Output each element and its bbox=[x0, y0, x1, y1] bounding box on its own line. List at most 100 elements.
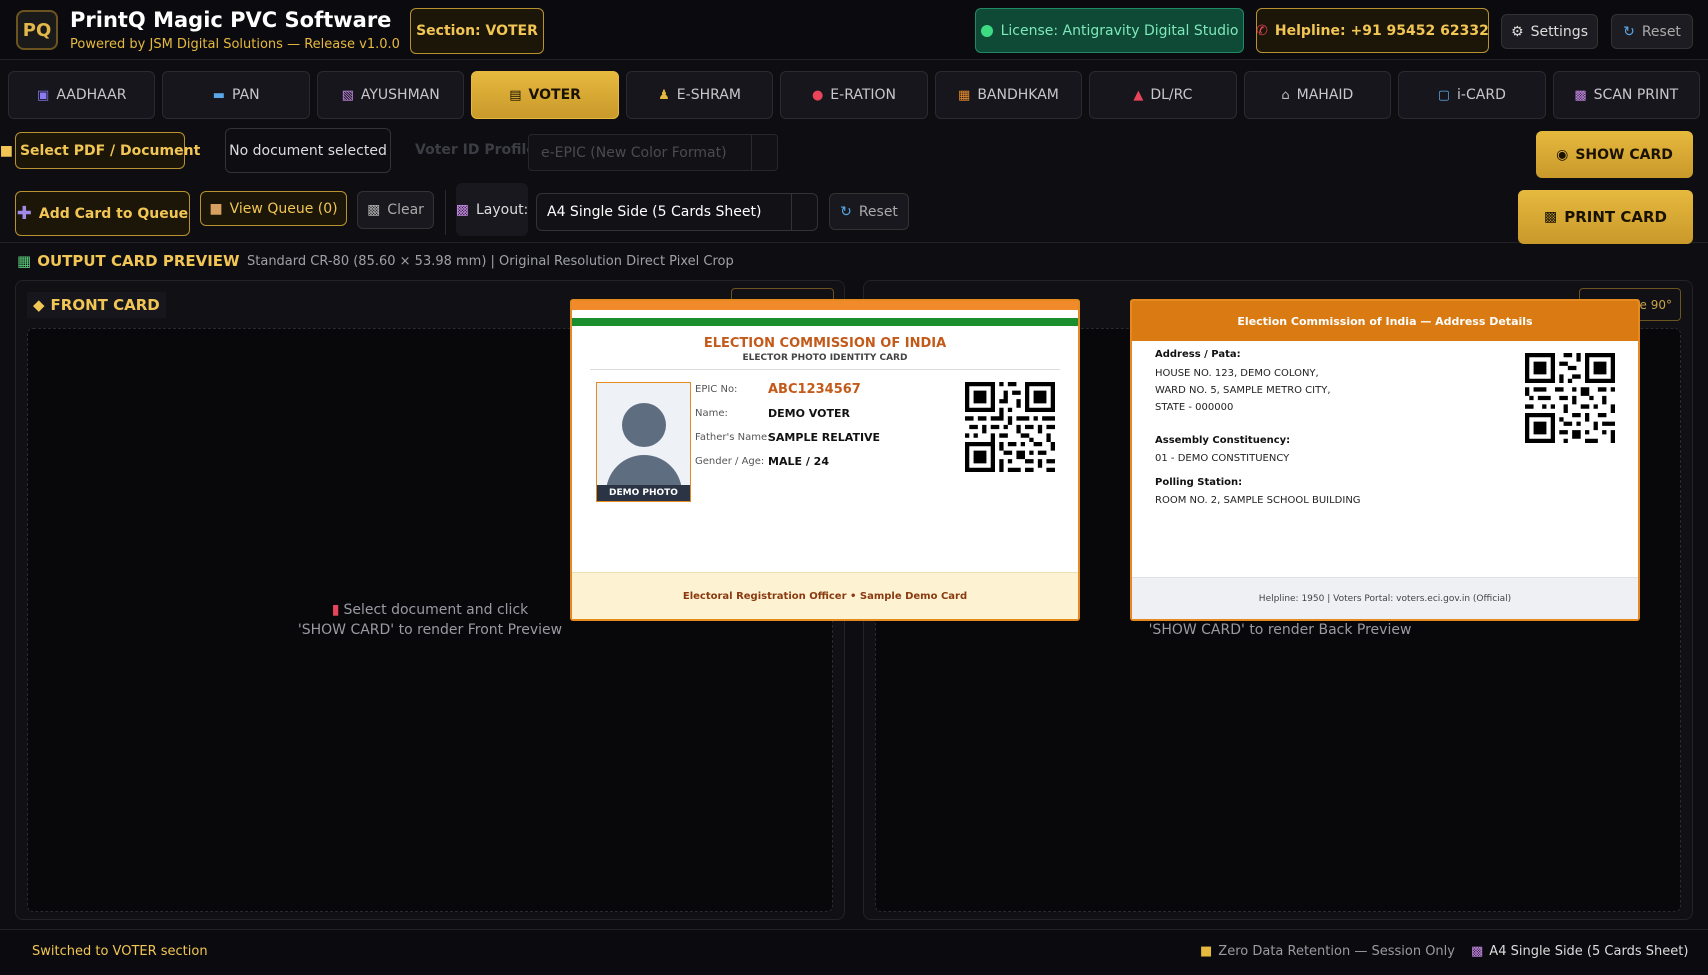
voter-profile-value: e-EPIC (New Color Format) bbox=[541, 144, 727, 161]
add-to-queue-button[interactable]: ✚ Add Card to Queue bbox=[15, 191, 190, 236]
document-status: No document selected bbox=[225, 128, 391, 173]
box-icon: ■ bbox=[209, 200, 223, 217]
tab-aadhaar[interactable]: ▣ AADHAAR bbox=[8, 71, 156, 119]
app-logo: PQ bbox=[16, 10, 58, 50]
flag-stripe-green bbox=[572, 318, 1078, 326]
gender-age-label: Gender / Age: bbox=[695, 456, 765, 467]
eye-icon: ◉ bbox=[1556, 146, 1569, 163]
settings-button[interactable]: ⚙ Settings bbox=[1501, 14, 1598, 49]
card-icon: ▬ bbox=[212, 87, 226, 103]
printer-icon: ▩ bbox=[1544, 209, 1558, 225]
tab-label: BANDHKAM bbox=[977, 87, 1059, 103]
voter-profile-label: Voter ID Profile: bbox=[415, 142, 542, 158]
front-card-label: ◆ FRONT CARD bbox=[27, 292, 166, 318]
voter-photo: DEMO PHOTO bbox=[596, 382, 691, 502]
gear-icon: ⚙ bbox=[1511, 23, 1524, 40]
show-card-button[interactable]: ◉ SHOW CARD bbox=[1536, 131, 1693, 178]
trash-icon: ▩ bbox=[367, 202, 381, 218]
flag-stripe-saffron bbox=[572, 301, 1078, 310]
tab-e-ration[interactable]: ● E-RATION bbox=[780, 71, 928, 119]
printer-icon: ▩ bbox=[1471, 944, 1484, 959]
license-badge: License: Antigravity Digital Studio bbox=[975, 8, 1244, 53]
tab-label: MAHAID bbox=[1296, 87, 1354, 103]
address-line-2: WARD NO. 5, SAMPLE METRO CITY, bbox=[1155, 385, 1331, 396]
app-subtitle: Powered by JSM Digital Solutions — Relea… bbox=[70, 37, 400, 52]
front-hint-line2: 'SHOW CARD' to render Front Preview bbox=[297, 622, 563, 638]
epic-label: EPIC No: bbox=[695, 384, 738, 395]
tab-ayushman[interactable]: ▧ AYUSHMAN bbox=[316, 71, 465, 119]
front-hint-line1: Select document and click bbox=[343, 602, 529, 618]
tab-label: VOTER bbox=[528, 87, 581, 103]
name-value: DEMO VOTER bbox=[768, 407, 850, 420]
layout-reset-button[interactable]: ↻ Reset bbox=[829, 193, 909, 230]
helpline-text: Helpline: +91 95452 62332 bbox=[1274, 22, 1489, 39]
select-divider bbox=[751, 135, 752, 171]
section-badge: Section: VOTER bbox=[410, 8, 544, 54]
polling-station-label: Polling Station: bbox=[1155, 477, 1243, 488]
print-card-button[interactable]: ▩ PRINT CARD bbox=[1518, 190, 1693, 244]
tab-label: SCAN PRINT bbox=[1593, 87, 1679, 103]
tab-scan-print[interactable]: ▩ SCAN PRINT bbox=[1552, 71, 1700, 119]
building-icon: ⌂ bbox=[1281, 87, 1290, 103]
printer-icon: ▩ bbox=[455, 201, 469, 218]
tab-dl-rc[interactable]: ▲ DL/RC bbox=[1089, 71, 1237, 119]
print-card-label: PRINT CARD bbox=[1564, 208, 1667, 226]
plus-icon: ✚ bbox=[16, 203, 32, 224]
tab-label: AADHAAR bbox=[56, 87, 127, 103]
tab-label: AYUSHMAN bbox=[360, 87, 440, 103]
tab-e-shram[interactable]: ♟ E-SHRAM bbox=[625, 71, 774, 119]
layout-value: A4 Single Side (5 Cards Sheet) bbox=[547, 204, 762, 220]
phone-icon: ✆ bbox=[1256, 22, 1268, 39]
back-card-footer: Helpline: 1950 | Voters Portal: voters.e… bbox=[1132, 577, 1638, 619]
select-pdf-button[interactable]: ■ Select PDF / Document bbox=[0, 132, 200, 169]
toolbar-divider bbox=[445, 190, 446, 235]
reset-top-button[interactable]: ↻ Reset bbox=[1611, 14, 1693, 49]
retention-text: Zero Data Retention — Session Only bbox=[1218, 944, 1455, 959]
image-icon: ▦ bbox=[17, 252, 32, 270]
voter-card-back: Election Commission of India — Address D… bbox=[1130, 299, 1640, 621]
address-line-3: STATE - 000000 bbox=[1155, 402, 1234, 413]
view-queue-label: View Queue (0) bbox=[229, 200, 338, 217]
address-line-1: HOUSE NO. 123, DEMO COLONY, bbox=[1155, 368, 1319, 379]
card-icon: ▮ bbox=[331, 602, 340, 618]
view-queue-button[interactable]: ■ View Queue (0) bbox=[200, 191, 347, 226]
tab-pan[interactable]: ▬ PAN bbox=[162, 71, 310, 119]
name-label: Name: bbox=[695, 408, 728, 419]
gender-age-value: MALE / 24 bbox=[768, 455, 829, 468]
layout-status-text: A4 Single Side (5 Cards Sheet) bbox=[1489, 944, 1689, 959]
folder-icon: ■ bbox=[0, 142, 13, 159]
clear-button[interactable]: ▩ Clear bbox=[357, 191, 434, 229]
reset-top-label: Reset bbox=[1641, 23, 1681, 40]
tab-label: E-RATION bbox=[830, 87, 897, 103]
lock-icon: ■ bbox=[1200, 944, 1213, 959]
refresh-icon: ↻ bbox=[840, 203, 852, 220]
tab-i-card[interactable]: ▢ i-CARD bbox=[1398, 71, 1546, 119]
settings-label: Settings bbox=[1530, 23, 1588, 40]
layout-select[interactable]: A4 Single Side (5 Cards Sheet) bbox=[536, 193, 818, 231]
qr-code-icon bbox=[965, 382, 1055, 472]
select-pdf-label: Select PDF / Document bbox=[19, 142, 201, 159]
card-footer: Electoral Registration Officer • Sample … bbox=[572, 572, 1078, 619]
tab-label: PAN bbox=[232, 87, 260, 103]
tab-mahaid[interactable]: ⌂ MAHAID bbox=[1243, 71, 1392, 119]
data-retention-status: ■ Zero Data Retention — Session Only bbox=[1200, 944, 1455, 959]
tag-icon: ◆ bbox=[33, 296, 45, 314]
output-preview-title: ▦ OUTPUT CARD PREVIEW bbox=[17, 252, 240, 270]
flag-stripe-white bbox=[572, 310, 1078, 318]
license-text: License: Antigravity Digital Studio bbox=[1000, 22, 1239, 39]
output-preview-subtitle: Standard CR-80 (85.60 × 53.98 mm) | Orig… bbox=[247, 254, 734, 269]
select-divider bbox=[791, 194, 792, 231]
tab-bandhkam[interactable]: ▦ BANDHKAM bbox=[934, 71, 1083, 119]
constituency-value: 01 - DEMO CONSTITUENCY bbox=[1155, 453, 1290, 464]
card-title: ELECTION COMMISSION OF INDIA bbox=[703, 336, 947, 351]
qr-code-icon bbox=[1525, 353, 1615, 443]
avatar-head-icon bbox=[622, 403, 666, 447]
father-name-value: SAMPLE RELATIVE bbox=[768, 431, 881, 444]
status-message: Switched to VOTER section bbox=[32, 944, 208, 959]
helpline-button[interactable]: ✆ Helpline: +91 95452 62332 bbox=[1256, 8, 1489, 53]
worker-icon: ♟ bbox=[658, 87, 670, 103]
clear-label: Clear bbox=[387, 202, 424, 218]
tab-voter[interactable]: ▤ VOTER bbox=[471, 71, 619, 119]
voter-profile-select[interactable]: e-EPIC (New Color Format) bbox=[528, 134, 778, 171]
front-label-text: FRONT CARD bbox=[50, 296, 160, 314]
